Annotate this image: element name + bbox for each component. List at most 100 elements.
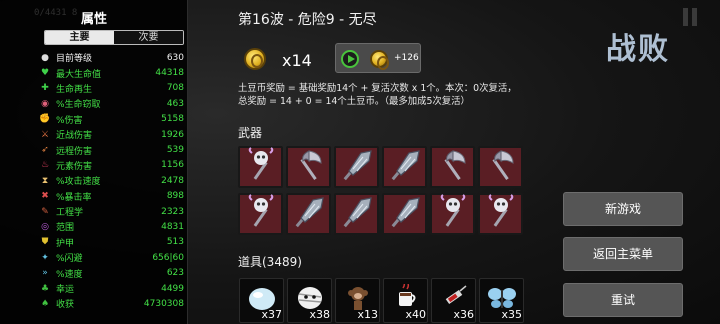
- stat-label: 远程伤害: [56, 146, 93, 157]
- stat-value: 539: [166, 145, 184, 156]
- item-count: x37: [261, 308, 282, 321]
- stat-value: 623: [166, 268, 184, 279]
- stat-row[interactable]: ♠ 收获 4730308: [40, 296, 184, 311]
- item-count: x13: [357, 308, 378, 321]
- weapons-title: 武器: [238, 126, 263, 140]
- item-slot[interactable]: x35: [479, 278, 524, 323]
- item-slot[interactable]: x40: [383, 278, 428, 323]
- stat-value: 463: [166, 98, 184, 109]
- stat-label: %速度: [56, 269, 83, 280]
- lifesteal-icon: ◉: [41, 98, 49, 109]
- reward-description: 土豆币奖励 = 基础奖励14个 + 复活次数 x 1个。本次：0次复活， 总奖励…: [238, 82, 528, 108]
- main-menu-button[interactable]: 返回主菜单: [563, 237, 683, 271]
- crystal-icon: [387, 194, 423, 234]
- stat-row[interactable]: ♨ 元素伤害 1156: [40, 158, 184, 173]
- stat-row[interactable]: ✊ %伤害 5158: [39, 112, 184, 127]
- weapon-slot[interactable]: [430, 146, 475, 188]
- weapon-slot[interactable]: [286, 193, 331, 235]
- stat-label: 护甲: [56, 238, 75, 249]
- regen-icon: ✚: [41, 83, 49, 94]
- stats-tabs: 主要 次要: [44, 30, 184, 45]
- defeat-label: 战败: [606, 32, 670, 67]
- stat-value: 44318: [155, 68, 184, 79]
- luck-icon: ♣: [40, 283, 50, 294]
- stat-row[interactable]: ✚ 生命再生 708: [40, 81, 184, 96]
- stat-label: 幸运: [56, 285, 75, 296]
- stat-label: 收获: [56, 300, 75, 311]
- stat-row[interactable]: ◎ 范围 4831: [40, 219, 184, 234]
- stat-row[interactable]: » %速度 623: [40, 265, 184, 280]
- elemental-icon: ♨: [40, 160, 50, 171]
- range-icon: ◎: [41, 221, 49, 232]
- ad-bonus-value: +126: [394, 53, 419, 63]
- stat-value: 1926: [161, 129, 184, 140]
- stat-value: 513: [166, 237, 184, 248]
- wrench-icon: ✎: [41, 206, 49, 217]
- weapon-slot[interactable]: [334, 146, 379, 188]
- stat-row[interactable]: ⛊ 护甲 513: [40, 235, 184, 250]
- item-count: x40: [405, 308, 426, 321]
- items-title: 道具(3489): [238, 255, 302, 269]
- crystal-icon: [291, 194, 327, 234]
- weapon-slot[interactable]: [238, 193, 283, 235]
- weapon-slot[interactable]: [478, 193, 523, 235]
- coin-count: x14: [282, 51, 312, 70]
- pause-icon[interactable]: [683, 8, 699, 26]
- item-slot[interactable]: x13: [335, 278, 380, 323]
- stat-value: 4499: [161, 283, 184, 294]
- stat-value: 5158: [161, 114, 184, 125]
- item-slot[interactable]: x36: [431, 278, 476, 323]
- item-count: x36: [453, 308, 474, 321]
- weapon-slot[interactable]: [334, 193, 379, 235]
- stat-row[interactable]: ♥ 最大生命值 44318: [40, 65, 184, 80]
- stat-list: ● 目前等级 630 ♥ 最大生命值 44318 ✚ 生命再生 708 ◉ %生命窃取 463 ✊ %伤害…: [39, 50, 184, 312]
- stat-value: 656|60: [152, 252, 184, 263]
- item-slot[interactable]: x37: [239, 278, 284, 323]
- stat-value: 898: [166, 191, 184, 202]
- potato-coin-icon: [244, 48, 266, 70]
- stat-label: %闪避: [56, 254, 83, 265]
- axe-icon: [291, 147, 327, 187]
- new-game-button[interactable]: 新游戏: [563, 192, 683, 226]
- reward-description-line: 总奖励 = 14 + 0 = 14个土豆币。（最多加成5次复活）: [238, 96, 470, 107]
- stat-label: 元素伤害: [56, 161, 93, 172]
- wave-title: 第16波 - 危险9 - 无尽: [238, 12, 377, 28]
- stat-label: %攻击速度: [56, 177, 101, 188]
- stat-row[interactable]: ⚔ 近战伤害 1926: [40, 127, 184, 142]
- weapon-slot[interactable]: [238, 146, 283, 188]
- tab-secondary[interactable]: 次要: [114, 31, 183, 44]
- stat-row[interactable]: ● 目前等级 630: [40, 50, 184, 65]
- stat-row[interactable]: ✖ %暴击率 898: [40, 189, 184, 204]
- tab-primary[interactable]: 主要: [45, 31, 114, 44]
- shield-icon: ⛊: [41, 237, 49, 248]
- melee-icon: ⚔: [40, 129, 50, 140]
- stat-row[interactable]: ♣ 幸运 4499: [40, 281, 184, 296]
- stat-row[interactable]: ✦ %闪避 656|60: [40, 250, 184, 265]
- stat-row[interactable]: ⧗ %攻击速度 2478: [40, 173, 184, 188]
- dodge-icon: ✦: [41, 252, 49, 263]
- stats-title: 属性: [80, 12, 107, 27]
- weapon-slot[interactable]: [286, 146, 331, 188]
- stat-label: 范围: [56, 223, 75, 234]
- speed-icon: »: [42, 268, 48, 279]
- stat-label: %生命窃取: [56, 100, 101, 111]
- stat-value: 4730308: [143, 298, 184, 309]
- weapon-slot[interactable]: [382, 193, 427, 235]
- stat-row[interactable]: ➶ 远程伤害 539: [40, 142, 184, 157]
- weapon-slot[interactable]: [430, 193, 475, 235]
- weapon-slot[interactable]: [478, 146, 523, 188]
- item-slot[interactable]: x38: [287, 278, 332, 323]
- item-count: x38: [309, 308, 330, 321]
- stat-label: 生命再生: [56, 84, 93, 95]
- ranged-icon: ➶: [41, 145, 49, 156]
- crit-icon: ✖: [41, 191, 49, 202]
- stat-label: 近战伤害: [56, 131, 93, 142]
- crystal-icon: [339, 194, 375, 234]
- stat-row[interactable]: ◉ %生命窃取 463: [40, 96, 184, 111]
- damage-icon: ✊: [39, 114, 51, 125]
- hourglass-icon: ⧗: [41, 175, 49, 186]
- watch-ad-bonus-button[interactable]: +126: [335, 43, 421, 73]
- retry-button[interactable]: 重试: [563, 283, 683, 317]
- stat-row[interactable]: ✎ 工程学 2323: [40, 204, 184, 219]
- weapon-slot[interactable]: [382, 146, 427, 188]
